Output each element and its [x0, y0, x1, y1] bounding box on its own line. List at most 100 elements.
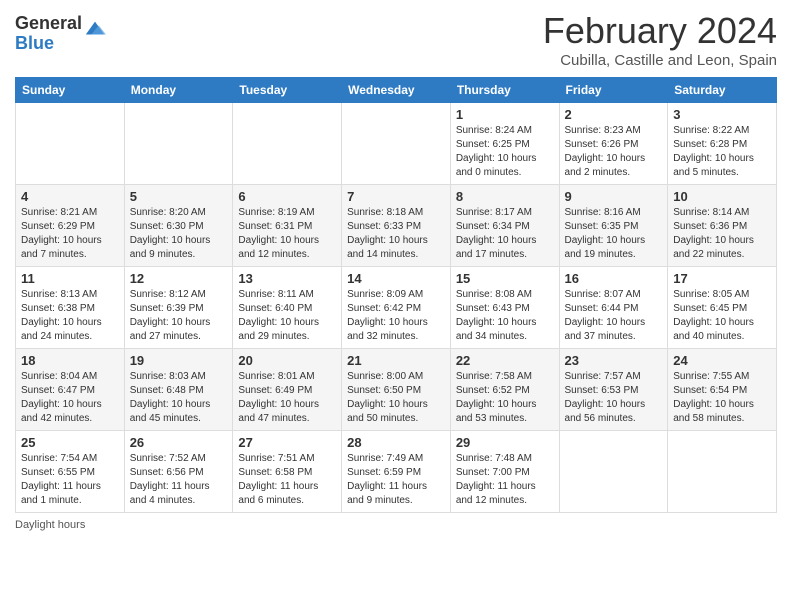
- day-number: 9: [565, 189, 663, 204]
- day-info: Sunrise: 8:12 AM Sunset: 6:39 PM Dayligh…: [130, 288, 228, 344]
- calendar-cell: 29 Sunrise: 7:48 AM Sunset: 7:00 PM Dayli…: [450, 431, 559, 513]
- weekday-header-sunday: Sunday: [16, 78, 125, 103]
- day-info: Sunrise: 7:58 AM Sunset: 6:52 PM Dayligh…: [456, 370, 554, 426]
- calendar-cell: 1 Sunrise: 8:24 AM Sunset: 6:25 PM Daylig…: [450, 103, 559, 185]
- calendar-cell: 11 Sunrise: 8:13 AM Sunset: 6:38 PM Dayli…: [16, 267, 125, 349]
- calendar-cell: 24 Sunrise: 7:55 AM Sunset: 6:54 PM Dayli…: [668, 349, 777, 431]
- month-title: February 2024: [543, 10, 777, 52]
- day-info: Sunrise: 8:01 AM Sunset: 6:49 PM Dayligh…: [238, 370, 336, 426]
- day-number: 25: [21, 435, 119, 450]
- day-number: 3: [673, 107, 771, 122]
- calendar-week-row: 18 Sunrise: 8:04 AM Sunset: 6:47 PM Dayli…: [16, 349, 777, 431]
- calendar-cell: 20Sunrise: 8:01 AM Sunset: 6:49 PM Dayli…: [233, 349, 342, 431]
- calendar-cell: 22 Sunrise: 7:58 AM Sunset: 6:52 PM Dayli…: [450, 349, 559, 431]
- day-number: 29: [456, 435, 554, 450]
- day-number: 27: [238, 435, 336, 450]
- calendar-week-row: 4Sunrise: 8:21 AM Sunset: 6:29 PM Daylig…: [16, 185, 777, 267]
- page-header: General Blue February 2024 Cubilla, Cast…: [15, 10, 777, 69]
- day-number: 1: [456, 107, 554, 122]
- day-number: 16: [565, 271, 663, 286]
- day-number: 26: [130, 435, 228, 450]
- calendar-cell: 28Sunrise: 7:49 AM Sunset: 6:59 PM Dayli…: [342, 431, 451, 513]
- day-number: 12: [130, 271, 228, 286]
- day-number: 19: [130, 353, 228, 368]
- day-info: Sunrise: 7:57 AM Sunset: 6:53 PM Dayligh…: [565, 370, 663, 426]
- weekday-header-thursday: Thursday: [450, 78, 559, 103]
- calendar-cell: 23Sunrise: 7:57 AM Sunset: 6:53 PM Dayli…: [559, 349, 668, 431]
- day-info: Sunrise: 8:13 AM Sunset: 6:38 PM Dayligh…: [21, 288, 119, 344]
- day-info: Sunrise: 8:18 AM Sunset: 6:33 PM Dayligh…: [347, 206, 445, 262]
- weekday-header-monday: Monday: [124, 78, 233, 103]
- day-info: Sunrise: 7:48 AM Sunset: 7:00 PM Dayligh…: [456, 452, 554, 508]
- logo-icon: [84, 18, 106, 40]
- calendar-cell: 8 Sunrise: 8:17 AM Sunset: 6:34 PM Daylig…: [450, 185, 559, 267]
- day-info: Sunrise: 8:20 AM Sunset: 6:30 PM Dayligh…: [130, 206, 228, 262]
- calendar-cell: 6Sunrise: 8:19 AM Sunset: 6:31 PM Daylig…: [233, 185, 342, 267]
- day-info: Sunrise: 8:08 AM Sunset: 6:43 PM Dayligh…: [456, 288, 554, 344]
- calendar-cell: 21Sunrise: 8:00 AM Sunset: 6:50 PM Dayli…: [342, 349, 451, 431]
- day-number: 24: [673, 353, 771, 368]
- day-info: Sunrise: 7:52 AM Sunset: 6:56 PM Dayligh…: [130, 452, 228, 508]
- day-number: 7: [347, 189, 445, 204]
- logo-blue-text: Blue: [15, 34, 82, 54]
- day-info: Sunrise: 8:24 AM Sunset: 6:25 PM Dayligh…: [456, 124, 554, 180]
- day-number: 6: [238, 189, 336, 204]
- day-number: 8: [456, 189, 554, 204]
- day-number: 17: [673, 271, 771, 286]
- day-number: 11: [21, 271, 119, 286]
- calendar-table: SundayMondayTuesdayWednesdayThursdayFrid…: [15, 77, 777, 513]
- day-info: Sunrise: 8:04 AM Sunset: 6:47 PM Dayligh…: [21, 370, 119, 426]
- daylight-hours-label: Daylight hours: [15, 519, 85, 531]
- calendar-cell: 2Sunrise: 8:23 AM Sunset: 6:26 PM Daylig…: [559, 103, 668, 185]
- calendar-cell: 25 Sunrise: 7:54 AM Sunset: 6:55 PM Dayli…: [16, 431, 125, 513]
- day-info: Sunrise: 8:11 AM Sunset: 6:40 PM Dayligh…: [238, 288, 336, 344]
- calendar-cell: [233, 103, 342, 185]
- day-info: Sunrise: 7:55 AM Sunset: 6:54 PM Dayligh…: [673, 370, 771, 426]
- calendar-cell: [342, 103, 451, 185]
- logo-general-text: General: [15, 14, 82, 34]
- calendar-cell: 10 Sunrise: 8:14 AM Sunset: 6:36 PM Dayli…: [668, 185, 777, 267]
- day-info: Sunrise: 7:51 AM Sunset: 6:58 PM Dayligh…: [238, 452, 336, 508]
- calendar-cell: 7 Sunrise: 8:18 AM Sunset: 6:33 PM Daylig…: [342, 185, 451, 267]
- calendar-cell: [668, 431, 777, 513]
- weekday-header-wednesday: Wednesday: [342, 78, 451, 103]
- calendar-cell: 19Sunrise: 8:03 AM Sunset: 6:48 PM Dayli…: [124, 349, 233, 431]
- day-number: 13: [238, 271, 336, 286]
- calendar-week-row: 25 Sunrise: 7:54 AM Sunset: 6:55 PM Dayli…: [16, 431, 777, 513]
- day-number: 22: [456, 353, 554, 368]
- day-info: Sunrise: 7:54 AM Sunset: 6:55 PM Dayligh…: [21, 452, 119, 508]
- day-info: Sunrise: 8:16 AM Sunset: 6:35 PM Dayligh…: [565, 206, 663, 262]
- day-info: Sunrise: 8:21 AM Sunset: 6:29 PM Dayligh…: [21, 206, 119, 262]
- day-number: 28: [347, 435, 445, 450]
- weekday-header-friday: Friday: [559, 78, 668, 103]
- day-info: Sunrise: 8:05 AM Sunset: 6:45 PM Dayligh…: [673, 288, 771, 344]
- day-number: 18: [21, 353, 119, 368]
- day-number: 10: [673, 189, 771, 204]
- calendar-cell: 13 Sunrise: 8:11 AM Sunset: 6:40 PM Dayli…: [233, 267, 342, 349]
- calendar-cell: [559, 431, 668, 513]
- calendar-week-row: 1 Sunrise: 8:24 AM Sunset: 6:25 PM Daylig…: [16, 103, 777, 185]
- day-number: 5: [130, 189, 228, 204]
- calendar-cell: 4Sunrise: 8:21 AM Sunset: 6:29 PM Daylig…: [16, 185, 125, 267]
- day-number: 15: [456, 271, 554, 286]
- calendar-footer: Daylight hours: [15, 519, 777, 531]
- day-info: Sunrise: 8:09 AM Sunset: 6:42 PM Dayligh…: [347, 288, 445, 344]
- logo: General Blue: [15, 14, 106, 54]
- day-info: Sunrise: 8:17 AM Sunset: 6:34 PM Dayligh…: [456, 206, 554, 262]
- day-info: Sunrise: 8:07 AM Sunset: 6:44 PM Dayligh…: [565, 288, 663, 344]
- calendar-cell: 14 Sunrise: 8:09 AM Sunset: 6:42 PM Dayli…: [342, 267, 451, 349]
- day-info: Sunrise: 8:14 AM Sunset: 6:36 PM Dayligh…: [673, 206, 771, 262]
- calendar-cell: 5 Sunrise: 8:20 AM Sunset: 6:30 PM Daylig…: [124, 185, 233, 267]
- calendar-cell: 9 Sunrise: 8:16 AM Sunset: 6:35 PM Daylig…: [559, 185, 668, 267]
- day-number: 2: [565, 107, 663, 122]
- weekday-header-saturday: Saturday: [668, 78, 777, 103]
- calendar-week-row: 11 Sunrise: 8:13 AM Sunset: 6:38 PM Dayli…: [16, 267, 777, 349]
- calendar-cell: 18 Sunrise: 8:04 AM Sunset: 6:47 PM Dayli…: [16, 349, 125, 431]
- calendar-cell: [16, 103, 125, 185]
- day-number: 14: [347, 271, 445, 286]
- weekday-header-tuesday: Tuesday: [233, 78, 342, 103]
- calendar-cell: 17 Sunrise: 8:05 AM Sunset: 6:45 PM Dayli…: [668, 267, 777, 349]
- calendar-cell: 12 Sunrise: 8:12 AM Sunset: 6:39 PM Dayli…: [124, 267, 233, 349]
- calendar-cell: 3Sunrise: 8:22 AM Sunset: 6:28 PM Daylig…: [668, 103, 777, 185]
- calendar-cell: 26 Sunrise: 7:52 AM Sunset: 6:56 PM Dayli…: [124, 431, 233, 513]
